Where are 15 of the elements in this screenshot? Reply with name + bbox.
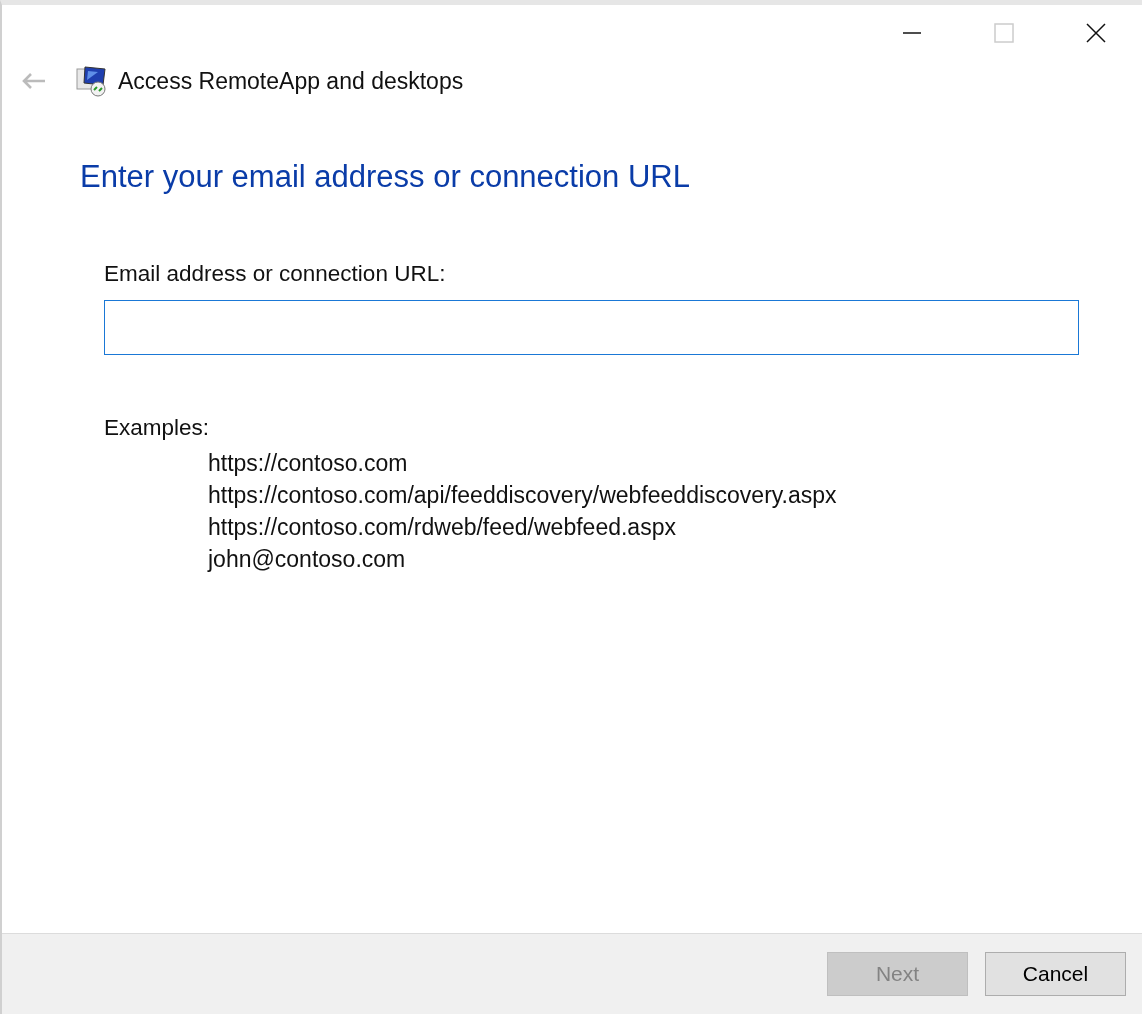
remote-desktop-icon — [76, 65, 108, 97]
field-label: Email address or connection URL: — [104, 261, 447, 287]
page-heading: Enter your email address or connection URL — [80, 159, 691, 195]
minimize-icon — [903, 32, 921, 34]
maximize-icon — [994, 23, 1014, 43]
example-text: john@contoso.com — [208, 545, 407, 574]
back-arrow-icon[interactable] — [22, 73, 46, 89]
example-text: https://contoso.com/api/feeddiscovery/webfeeddiscovery.aspx — [208, 481, 838, 510]
url-input-field[interactable] — [104, 300, 1079, 355]
window-title: Access RemoteApp and desktops — [118, 67, 464, 95]
examples-label: Examples: — [104, 415, 211, 441]
example-text: https://contoso.com — [208, 449, 409, 478]
cancel-button[interactable]: Cancel — [985, 952, 1126, 996]
example-text: https://contoso.com/rdweb/feed/webfeed.aspx — [208, 513, 677, 542]
close-icon — [1086, 23, 1106, 43]
